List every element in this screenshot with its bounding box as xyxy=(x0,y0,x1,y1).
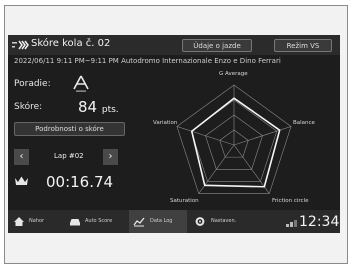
vs-mode-button[interactable]: Režim VS xyxy=(274,39,332,52)
acura-logo-icon xyxy=(73,75,89,92)
axis-label-friction-circle: Friction circle xyxy=(272,198,309,204)
next-lap-button[interactable]: › xyxy=(103,149,118,165)
best-lap-time: 00:16.74 xyxy=(46,173,114,191)
score-details-button[interactable]: Podrobnosti o skóre xyxy=(14,122,125,136)
nav-item-data-log[interactable]: Data Log xyxy=(129,210,187,233)
nav-label-home: Nahor xyxy=(29,218,45,224)
score-label: Skóre: xyxy=(14,102,43,112)
radar-axis-line-5 xyxy=(176,126,235,146)
nav-item-auto-score[interactable]: Auto Score xyxy=(64,210,126,233)
display-screen: Skóre kola č. 02 Údaje o jazde Režim VS … xyxy=(8,35,340,233)
lap-label: Lap #02 xyxy=(54,152,84,160)
bottom-nav: Nahor Auto Score Data Log Nastaven. 12:3… xyxy=(8,210,340,233)
data-log-icon xyxy=(133,217,145,227)
nav-label-data-log: Data Log xyxy=(150,218,173,224)
axis-label-g-average: G Average xyxy=(219,71,248,77)
gear-icon xyxy=(195,217,205,226)
score-unit: pts. xyxy=(101,105,119,115)
home-icon xyxy=(14,217,24,226)
nav-item-home[interactable]: Nahor xyxy=(8,210,60,233)
drive-data-button[interactable]: Údaje o jazde xyxy=(182,39,252,52)
car-icon xyxy=(70,219,80,226)
signal-strength-icon xyxy=(286,220,297,227)
clock: 12:34 xyxy=(299,214,340,230)
axis-label-balance: Balance xyxy=(293,120,315,126)
radar-chart: G Average Balance Friction circle Satura… xyxy=(148,71,318,213)
header-bar: Skóre kola č. 02 Údaje o jazde Režim VS xyxy=(8,35,340,55)
session-info: 2022/06/11 9:11 PM~9:11 PM Autodromo Int… xyxy=(14,57,281,65)
prev-lap-button[interactable]: ‹ xyxy=(14,149,29,165)
rank-label: Poradie: xyxy=(14,79,51,89)
nav-label-auto-score: Auto Score xyxy=(85,218,113,224)
axis-label-saturation: Saturation xyxy=(170,198,199,204)
laptime-back-icon[interactable] xyxy=(11,38,31,52)
page-title: Skóre kola č. 02 xyxy=(31,38,111,49)
lap-selector: ‹ Lap #02 › xyxy=(14,149,125,165)
radar-graphic xyxy=(176,84,292,194)
nav-label-settings: Nastaven. xyxy=(211,218,237,224)
axis-label-variation: Variation xyxy=(153,120,178,126)
best-lap-crown-icon xyxy=(15,176,28,185)
radar-axis-line-2 xyxy=(233,126,292,146)
score-number: 84 xyxy=(78,98,98,116)
nav-item-settings[interactable]: Nastaven. xyxy=(190,210,252,233)
score-value: 84 pts. xyxy=(78,98,119,116)
